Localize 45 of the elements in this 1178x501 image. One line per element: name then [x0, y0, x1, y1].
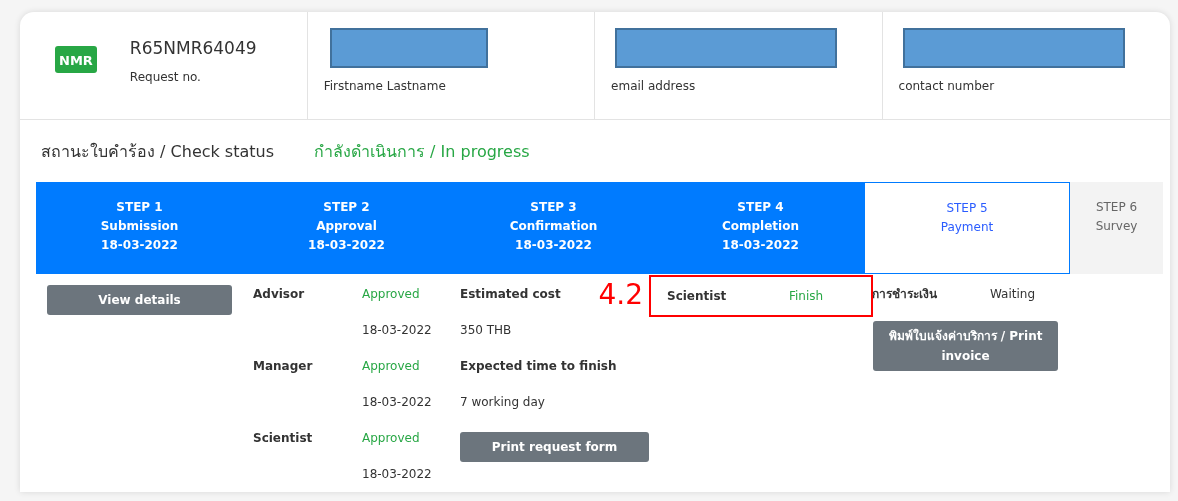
approval-status: Approved [362, 358, 420, 375]
step-number: STEP 1 [116, 199, 163, 216]
estimate-label: Expected time to finish [460, 358, 617, 375]
step-date: 18-03-2022 [722, 237, 799, 254]
approval-date: 18-03-2022 [362, 466, 432, 483]
field-label: Firstname Lastname [323, 78, 446, 95]
role-label: Scientist [253, 430, 313, 447]
role-label: Advisor [253, 286, 305, 303]
field-label: contact number [898, 78, 995, 95]
nmr-badge: NMR [55, 46, 97, 73]
payment-status: Waiting [990, 286, 1036, 303]
step-number: STEP 6 [1095, 199, 1138, 216]
estimate-label: Estimated cost [460, 286, 561, 303]
approval-status: Approved [362, 286, 420, 303]
step-name: Approval [316, 218, 377, 235]
approval-date: 18-03-2022 [362, 394, 432, 411]
step-number: STEP 4 [737, 199, 784, 216]
view-details-button[interactable]: View details [47, 285, 232, 315]
step-name: Completion [721, 218, 799, 235]
step-number: STEP 3 [530, 199, 577, 216]
estimate-value: 350 THB [460, 322, 512, 339]
step-date: 18-03-2022 [308, 237, 385, 254]
role-label: Manager [253, 358, 313, 375]
field-label: Request no. [129, 69, 201, 86]
print-request-button[interactable]: Print request form [460, 432, 649, 462]
step-number: STEP 2 [323, 199, 370, 216]
step-name: Submission [100, 218, 179, 235]
annotation-number: 4.2 [598, 277, 643, 313]
step-date: 18-03-2022 [101, 237, 178, 254]
approval-status: Approved [362, 430, 420, 447]
print-invoice-button[interactable]: พิมพ์ใบแจ้งค่าบริการ / Print invoice [873, 321, 1058, 371]
step-name: Confirmation [509, 218, 598, 235]
approval-date: 18-03-2022 [362, 322, 432, 339]
step-name: Survey [1095, 218, 1138, 235]
step-date: 18-03-2022 [515, 237, 592, 254]
status-label: สถานะใบคำร้อง / Check status [41, 141, 275, 163]
field-label: email address [611, 78, 696, 95]
completion-status: Finish [789, 288, 824, 305]
estimate-value: 7 working day [460, 394, 545, 411]
role-label: Scientist [667, 288, 728, 305]
payment-label: การชำระเงิน [872, 286, 937, 303]
step-number: STEP 5 [946, 200, 988, 217]
step-name: Payment [940, 219, 994, 236]
status-value: กำลังดำเนินการ / In progress [314, 141, 530, 163]
request-number: R65NMR64049 [129, 37, 257, 59]
